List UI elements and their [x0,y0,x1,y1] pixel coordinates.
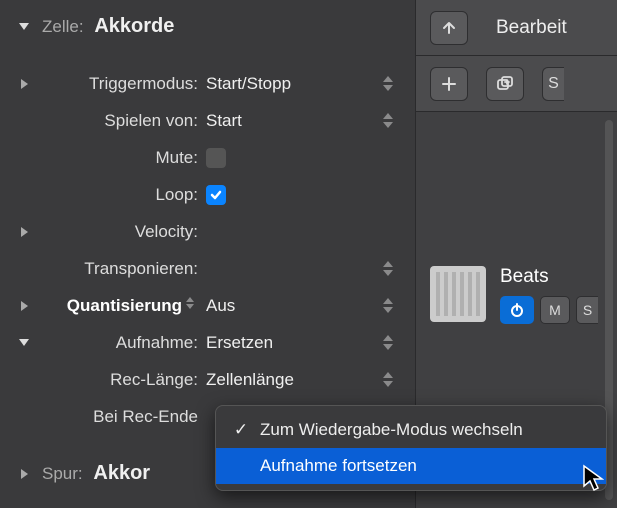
label-record: Aufnahme: [36,333,206,353]
stepper-quantize[interactable] [379,293,397,319]
chevron-down-icon [19,23,29,30]
track-thumbnail [430,266,486,322]
solo-button[interactable]: S [576,296,598,324]
value-playfrom[interactable]: Start [206,111,242,131]
stepper-record[interactable] [379,330,397,356]
label-reclength: Rec-Länge: [36,370,206,390]
row-transpose: Transponieren: [0,250,415,287]
footer-label: Spur: [42,464,83,483]
toolbar-second: S [416,56,617,112]
label-playfrom: Spielen von: [36,111,206,131]
label-recend: Bei Rec-Ende [36,407,206,427]
label-mute: Mute: [36,148,206,168]
track-row[interactable]: Beats M S [430,266,603,324]
row-mute: Mute: [0,139,415,176]
up-level-button[interactable] [430,11,468,45]
chevron-right-icon[interactable] [21,301,28,311]
row-quantize: Quantisierung Aus [0,287,415,324]
checkbox-loop[interactable] [206,185,226,205]
row-playfrom: Spielen von: Start [0,102,415,139]
label-loop: Loop: [36,185,206,205]
row-triggermode: Triggermodus: Start/Stopp [0,65,415,102]
value-quantize[interactable]: Aus [206,296,235,316]
row-record: Aufnahme: Ersetzen [0,324,415,361]
power-button[interactable] [500,296,534,324]
mute-button[interactable]: M [540,296,570,324]
stepper-reclength[interactable] [379,367,397,393]
row-reclength: Rec-Länge: Zellenlänge [0,361,415,398]
value-record[interactable]: Ersetzen [206,333,273,353]
footer-value: Akkor [93,462,150,484]
label-quantize: Quantisierung [67,296,182,316]
row-loop: Loop: [0,176,415,213]
stepper-transpose[interactable] [379,256,397,282]
value-reclength[interactable]: Zellenlänge [206,370,294,390]
stepper-quantize-label[interactable] [186,297,198,315]
chevron-right-icon[interactable] [21,227,28,237]
header-value: Akkorde [94,15,174,37]
context-menu: ✓ Zum Wiedergabe-Modus wechseln Aufnahme… [215,405,607,491]
extra-button[interactable]: S [542,67,564,101]
menu-item-label: Aufnahme fortsetzen [260,456,417,476]
inspector-header-row[interactable]: Zelle: Akkorde [0,8,415,45]
edit-button[interactable]: Bearbeit [496,17,567,39]
row-velocity: Velocity: [0,213,415,250]
menu-item-label: Zum Wiedergabe-Modus wechseln [260,420,523,440]
checkbox-mute[interactable] [206,148,226,168]
chevron-right-icon[interactable] [21,79,28,89]
header-label: Zelle: [42,17,84,36]
label-triggermode: Triggermodus: [36,74,206,94]
label-transpose: Transponieren: [36,259,206,279]
chevron-down-icon[interactable] [19,339,29,346]
menu-item-continue-recording[interactable]: Aufnahme fortsetzen [216,448,606,484]
duplicate-button[interactable] [486,67,524,101]
cursor-icon [582,464,604,497]
add-button[interactable] [430,67,468,101]
chevron-right-icon [21,469,28,479]
track-name: Beats [500,266,603,288]
menu-item-playback-mode[interactable]: ✓ Zum Wiedergabe-Modus wechseln [216,412,606,448]
stepper-playfrom[interactable] [379,108,397,134]
toolbar-top: Bearbeit [416,0,617,56]
checkmark-icon: ✓ [232,420,250,440]
stepper-triggermode[interactable] [379,71,397,97]
label-velocity: Velocity: [36,222,206,242]
value-triggermode[interactable]: Start/Stopp [206,74,291,94]
